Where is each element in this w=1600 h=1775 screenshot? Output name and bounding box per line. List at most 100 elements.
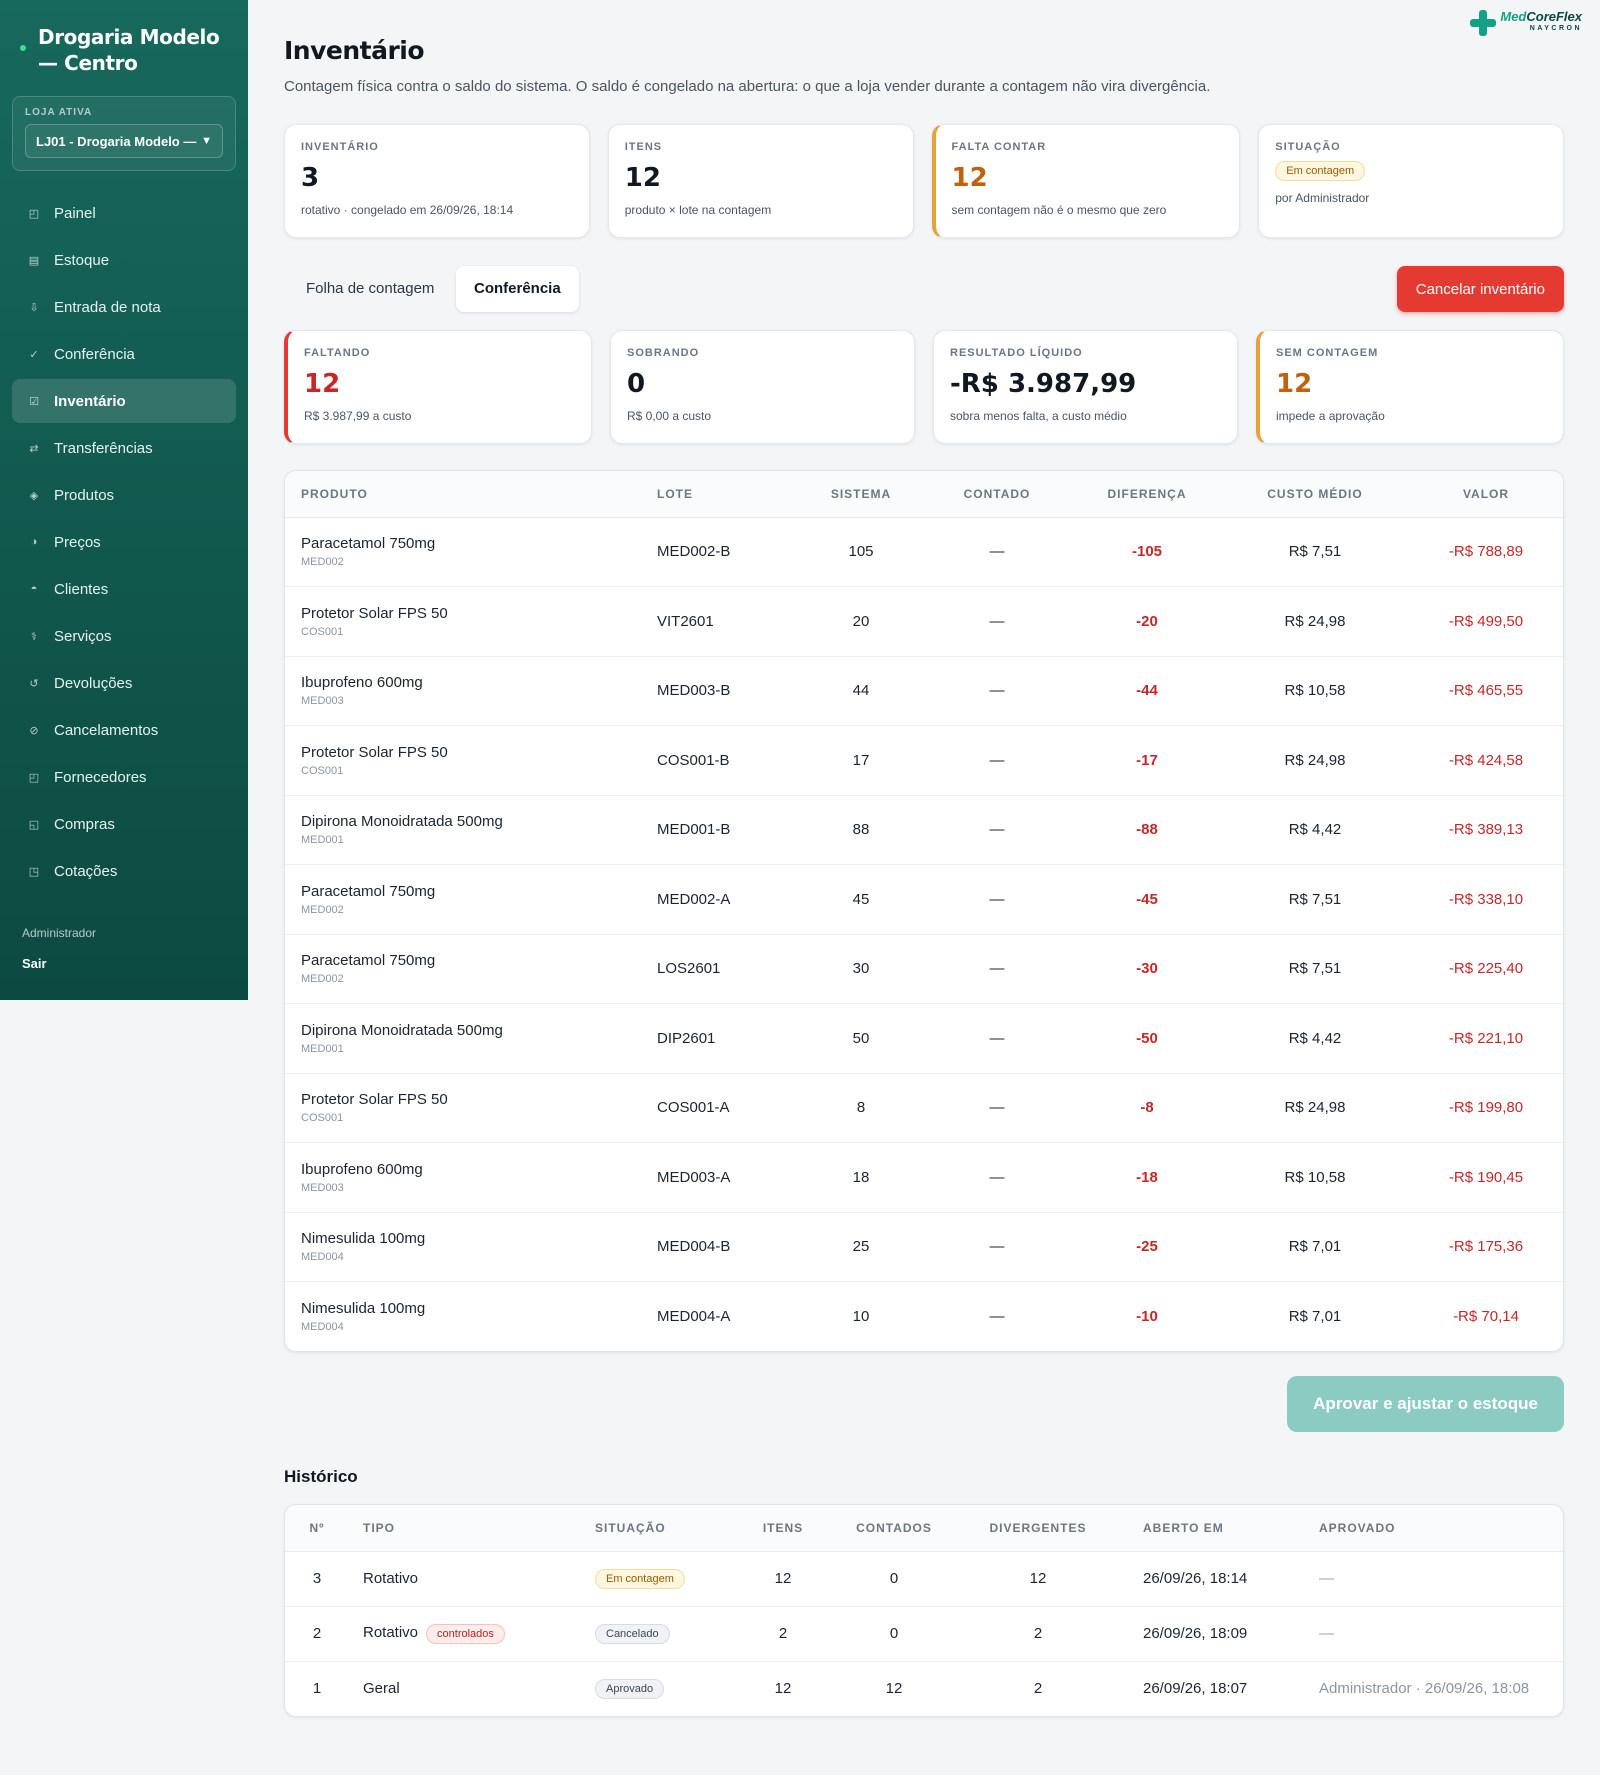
sidebar-item-label: Fornecedores <box>54 768 147 786</box>
approve-adjust-button[interactable]: Aprovar e ajustar o estoque <box>1287 1376 1564 1432</box>
sidebar-item-2[interactable]: ⇩ Entrada de nota <box>12 285 236 329</box>
cell-valor: -R$ 499,50 <box>1409 586 1563 657</box>
sidebar-item-0[interactable]: ◰ Painel <box>12 191 236 235</box>
tab-conferencia[interactable]: Conferência <box>456 266 579 312</box>
card-sem-contagem: SEM CONTAGEM 12 impede a aprovação <box>1256 330 1564 444</box>
cell-situacao: Cancelado <box>581 1606 741 1662</box>
tab-folha-de-contagem[interactable]: Folha de contagem <box>288 266 452 312</box>
card-inventario: INVENTÁRIO 3 rotativo · congelado em 26/… <box>284 124 590 238</box>
sidebar-item-12[interactable]: ◰ Fornecedores <box>12 755 236 799</box>
history-title: Histórico <box>284 1467 358 1486</box>
result-cards: FALTANDO 12 R$ 3.987,99 a custo SOBRANDO… <box>284 330 1564 444</box>
card-label: INVENTÁRIO <box>301 141 379 153</box>
cell-diferenca: -105 <box>1073 517 1221 587</box>
cancel-inventory-button[interactable]: Cancelar inventário <box>1396 266 1564 312</box>
sidebar-item-1[interactable]: ▤ Estoque <box>12 238 236 282</box>
cell-contado: — <box>921 1212 1073 1282</box>
cell-diferenca: -25 <box>1073 1212 1221 1282</box>
cell-valor: -R$ 465,55 <box>1409 656 1563 726</box>
card-note: por Administrador <box>1275 191 1370 205</box>
product-code: MED004 <box>301 1251 344 1264</box>
cell-valor: -R$ 424,58 <box>1409 725 1563 796</box>
cell-custo-medio: R$ 24,98 <box>1221 1073 1409 1143</box>
cell-lote: VIT2601 <box>641 586 801 657</box>
cell-valor: -R$ 199,80 <box>1409 1073 1563 1143</box>
cell-num: 3 <box>285 1551 349 1607</box>
cell-lote: MED003-B <box>641 656 801 726</box>
sidebar-item-9[interactable]: ⚕ Serviços <box>12 614 236 658</box>
product-code: MED001 <box>301 1042 344 1055</box>
sidebar-item-10[interactable]: ↺ Devoluções <box>12 661 236 705</box>
cell-custo-medio: R$ 4,42 <box>1221 795 1409 865</box>
logo-sub: NAYCRON <box>1529 25 1582 32</box>
cell-contados: 0 <box>825 1606 963 1662</box>
cell-contado: — <box>989 1308 1005 1325</box>
product-name: Nimesulida 100mg <box>301 1230 426 1248</box>
cell-sistema: 50 <box>801 1003 921 1074</box>
cell-produto: Protetor Solar FPS 50 COS001 <box>285 586 641 657</box>
sidebar-item-label: Estoque <box>54 251 110 269</box>
sidebar-item-3[interactable]: ✓ Conferência <box>12 332 236 376</box>
cell-sistema: 44 <box>801 656 921 726</box>
card-note: R$ 0,00 a custo <box>627 409 712 423</box>
cell-custo-medio: R$ 4,42 <box>1221 1003 1409 1074</box>
cell-lote: DIP2601 <box>641 1003 801 1074</box>
sidebar-item-8[interactable]: ◓ Clientes <box>12 567 236 611</box>
cell-sistema: 30 <box>801 934 921 1004</box>
cell-produto: Protetor Solar FPS 50 COS001 <box>285 725 641 796</box>
sidebar-item-5[interactable]: ⇄ Transferências <box>12 426 236 470</box>
card-label: SEM CONTAGEM <box>1276 347 1379 359</box>
col-itens: ITENS <box>741 1505 825 1552</box>
diamond-icon: ◈ <box>29 489 39 502</box>
cell-sistema: 17 <box>801 725 921 796</box>
checkbox-icon: ☑ <box>29 395 39 408</box>
product-code: MED003 <box>301 1181 344 1194</box>
sidebar-item-11[interactable]: ⊘ Cancelamentos <box>12 708 236 752</box>
product-code: COS001 <box>301 1112 344 1125</box>
download-icon: ⇩ <box>29 301 39 314</box>
col-valor: VALOR <box>1409 471 1563 518</box>
product-code: MED002 <box>301 556 344 569</box>
table-row: Ibuprofeno 600mg MED003 MED003-B 44— -44 R$ 1… <box>285 656 1563 726</box>
sidebar-item-4[interactable]: ☑ Inventário <box>12 379 236 423</box>
card-label: FALTA CONTAR <box>951 141 1047 153</box>
cell-lote: COS001-A <box>641 1073 801 1143</box>
sidebar-item-label: Inventário <box>54 392 126 410</box>
cell-situacao: Em contagem <box>581 1551 741 1607</box>
col-contado: CONTADO <box>921 471 1073 518</box>
card-note: produto × lote na contagem <box>624 203 772 217</box>
purchases-icon: ◱ <box>28 818 40 831</box>
summary-cards: INVENTÁRIO 3 rotativo · congelado em 26/… <box>284 124 1564 238</box>
cell-tipo: Rotativo controlados <box>349 1606 581 1662</box>
card-faltando: FALTANDO 12 R$ 3.987,99 a custo <box>284 330 592 444</box>
status-dot-icon <box>20 45 26 51</box>
store-selector-box: LOJA ATIVA LJ01 - Drogaria Modelo — ▼ <box>12 96 236 171</box>
cell-contado: — <box>921 656 1073 726</box>
sidebar-item-label: Conferência <box>54 345 135 363</box>
cell-contado: — <box>921 1142 1073 1213</box>
cell-diferenca: -18 <box>1073 1142 1221 1213</box>
dashboard-icon: ◰ <box>28 207 40 220</box>
cell-sistema: 18 <box>801 1142 921 1213</box>
cell-diferenca: -44 <box>1073 656 1221 726</box>
sidebar-nav: ◰ Painel ▤ Estoque ⇩ Entrada de nota ✓ Conferên… <box>0 191 248 893</box>
cell-lote: MED004-B <box>641 1212 801 1282</box>
sidebar-item-14[interactable]: ◳ Cotações <box>12 849 236 893</box>
cell-custo-medio: R$ 7,01 <box>1221 1212 1409 1282</box>
cell-tipo: Geral <box>349 1661 581 1716</box>
sidebar-item-7[interactable]: ◑ Preços <box>12 520 236 564</box>
store-select[interactable]: LJ01 - Drogaria Modelo — ▼ <box>25 124 223 158</box>
logout-link[interactable]: Sair <box>22 956 96 971</box>
cell-contado: — <box>921 517 1073 587</box>
logo-part1: Med <box>1500 9 1527 24</box>
sidebar-item-13[interactable]: ◱ Compras <box>12 802 236 846</box>
page-subtitle: Contagem física contra o saldo do sistem… <box>284 78 1211 95</box>
table-row: Dipirona Monoidratada 500mg MED001 DIP2601… <box>285 1003 1563 1074</box>
card-value: -R$ 3.987,99 <box>950 369 1137 399</box>
sidebar-item-6[interactable]: ◈ Produtos <box>12 473 236 517</box>
cell-valor: -R$ 788,89 <box>1409 517 1563 587</box>
col-aprovado: APROVADO <box>1289 1505 1563 1552</box>
quotes-icon: ◳ <box>28 865 40 878</box>
col-divergentes: DIVERGENTES <box>963 1505 1113 1552</box>
cancel-icon: ⊘ <box>29 724 39 737</box>
